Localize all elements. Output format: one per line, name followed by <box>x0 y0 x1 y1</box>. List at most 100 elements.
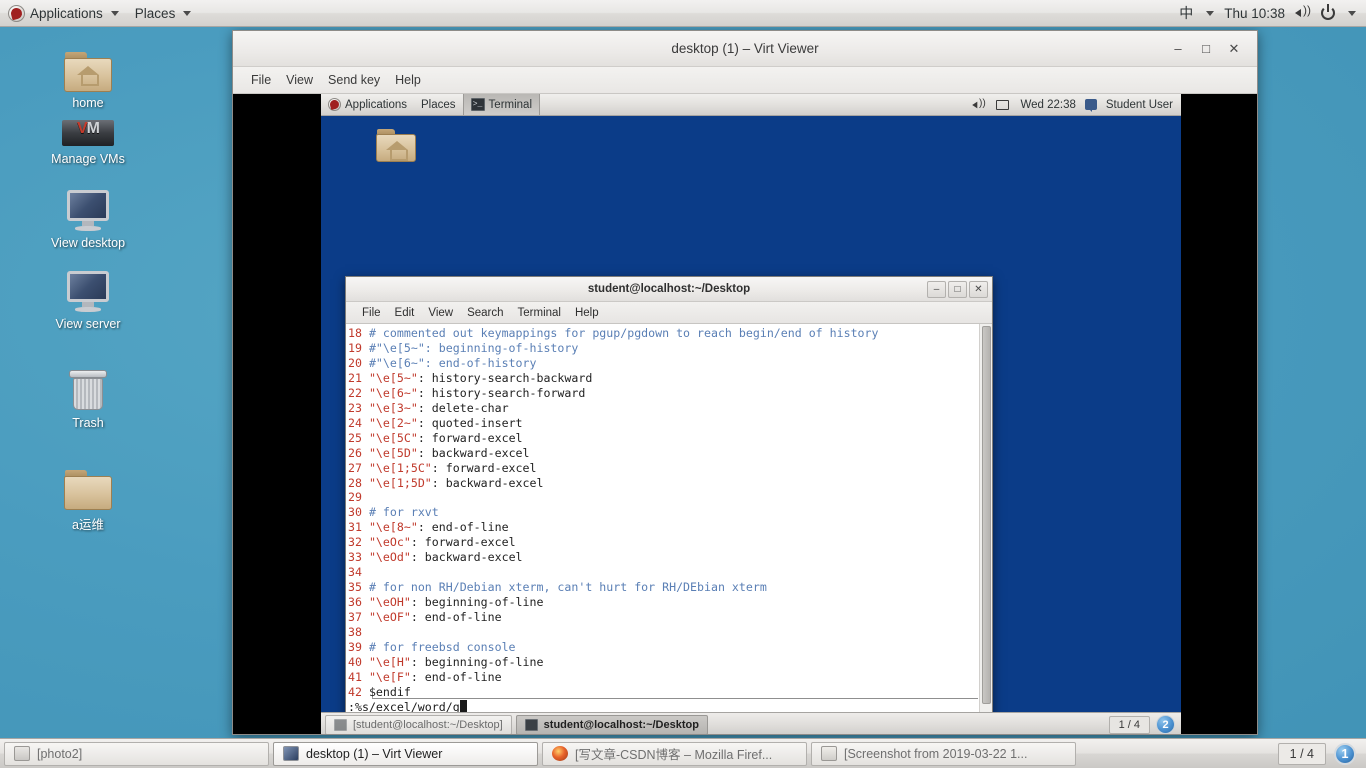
host-task-virt-viewer[interactable]: desktop (1) – Virt Viewer <box>273 742 538 766</box>
terminal-minimize-button[interactable]: – <box>927 281 946 298</box>
terminal-body[interactable]: 18 # commented out keymappings for pgup/… <box>346 324 992 716</box>
vim-line: 41 "\e[F": end-of-line <box>348 670 979 685</box>
guest-viewport[interactable]: Applications Places >_ Terminal Wed 22:3… <box>233 94 1257 734</box>
host-task-photo2[interactable]: [photo2] <box>4 742 269 766</box>
terminal-icon <box>334 719 347 731</box>
menu-help[interactable]: Help <box>389 70 427 90</box>
host-top-panel: Applications Places 中 Thu 10:38 <box>0 0 1366 27</box>
terminal-menu-file[interactable]: File <box>356 305 387 321</box>
vim-line-number: 23 <box>348 401 369 415</box>
power-icon[interactable] <box>1321 6 1335 20</box>
desktop-icon-manage-vms[interactable]: VM Manage VMs <box>33 120 143 166</box>
virt-viewer-titlebar[interactable]: desktop (1) – Virt Viewer – □ ✕ <box>233 31 1257 67</box>
vim-line-text: #"\e[5~": beginning-of-history <box>369 341 578 355</box>
guest-user-label[interactable]: Student User <box>1106 99 1173 111</box>
vim-line-text: # for freebsd console <box>369 640 516 654</box>
vim-line: 38 <box>348 625 979 640</box>
terminal-icon: >_ <box>471 98 485 111</box>
chevron-down-icon[interactable] <box>1348 11 1356 16</box>
desktop-icon-home[interactable]: home <box>33 52 143 110</box>
vim-line-number: 30 <box>348 505 369 519</box>
guest-panel-status-area: Wed 22:38 Student User <box>971 98 1181 112</box>
minimize-button[interactable]: – <box>1171 42 1185 56</box>
guest-active-window-terminal[interactable]: >_ Terminal <box>463 94 540 115</box>
clock[interactable]: Thu 10:38 <box>1224 6 1285 21</box>
desktop-icon-trash[interactable]: Trash <box>33 368 143 430</box>
vim-line-number: 41 <box>348 670 369 684</box>
host-workspace-count[interactable]: 1 / 4 <box>1278 743 1326 765</box>
vim-line: 20 #"\e[6~": end-of-history <box>348 356 979 371</box>
host-task-screenshot[interactable]: [Screenshot from 2019-03-22 1... <box>811 742 1076 766</box>
terminal-menu-search[interactable]: Search <box>461 305 509 321</box>
chevron-down-icon <box>183 11 191 16</box>
desktop-icon-view-desktop[interactable]: View desktop <box>33 190 143 250</box>
volume-icon[interactable] <box>973 99 987 111</box>
guest-places-menu[interactable]: Places <box>414 94 463 115</box>
vim-line-number: 25 <box>348 431 369 445</box>
virt-viewer-window[interactable]: desktop (1) – Virt Viewer – □ ✕ File Vie… <box>232 30 1258 735</box>
terminal-titlebar[interactable]: student@localhost:~/Desktop – □ ✕ <box>346 277 992 302</box>
desktop-icon-label: Trash <box>33 416 143 430</box>
host-workspace-badge[interactable]: 1 <box>1334 743 1356 765</box>
chevron-down-icon <box>111 11 119 16</box>
chevron-down-icon[interactable] <box>1206 11 1214 16</box>
vim-line-number: 31 <box>348 520 369 534</box>
maximize-button[interactable]: □ <box>1199 42 1213 56</box>
fedora-logo-icon <box>8 5 25 22</box>
volume-icon[interactable] <box>1295 6 1311 20</box>
vim-line-number: 34 <box>348 565 369 579</box>
guest-workspace-badge[interactable]: 2 <box>1156 715 1175 734</box>
guest-screen[interactable]: Applications Places >_ Terminal Wed 22:3… <box>321 94 1181 734</box>
vim-editor-buffer[interactable]: 18 # commented out keymappings for pgup/… <box>346 324 979 716</box>
folder-home-icon <box>64 52 112 92</box>
terminal-menu-edit[interactable]: Edit <box>389 305 421 321</box>
places-menu[interactable]: Places <box>127 0 200 26</box>
terminal-menu-terminal[interactable]: Terminal <box>512 305 567 321</box>
vim-line-text: # commented out keymappings for pgup/pgd… <box>369 326 879 340</box>
menu-send-key[interactable]: Send key <box>322 70 386 90</box>
host-task-firefox[interactable]: [写文章-CSDN博客 – Mozilla Firef... <box>542 742 807 766</box>
terminal-menu-help[interactable]: Help <box>569 305 605 321</box>
menu-file[interactable]: File <box>245 70 277 90</box>
last-line-rule <box>372 698 978 699</box>
guest-task-button[interactable]: [student@localhost:~/Desktop] <box>325 715 512 735</box>
guest-task-button-active[interactable]: student@localhost:~/Desktop <box>516 715 708 735</box>
terminal-menu-view[interactable]: View <box>422 305 459 321</box>
input-method-indicator[interactable]: 中 <box>1179 3 1193 23</box>
host-task-label: [Screenshot from 2019-03-22 1... <box>844 747 1027 761</box>
vim-line-number: 36 <box>348 595 369 609</box>
close-button[interactable]: ✕ <box>1227 42 1241 56</box>
desktop-icon-a-yunwei[interactable]: a运维 <box>33 470 143 533</box>
vim-line-text: #"\e[6~": end-of-history <box>369 356 537 370</box>
vim-line-text: "\eOc": forward-excel <box>369 535 516 549</box>
host-workspace-switcher: 1 / 4 1 <box>1278 743 1362 765</box>
vim-line: 36 "\eOH": beginning-of-line <box>348 595 979 610</box>
vim-line-text: # for non RH/Debian xterm, can't hurt fo… <box>369 580 767 594</box>
vim-line-text: "\e[6~": history-search-forward <box>369 386 585 400</box>
terminal-close-button[interactable]: ✕ <box>969 281 988 298</box>
virt-manager-icon: VM <box>62 120 114 146</box>
vim-line-text: "\eOF": end-of-line <box>369 610 502 624</box>
vim-line-text: "\e[F": end-of-line <box>369 670 502 684</box>
terminal-window[interactable]: student@localhost:~/Desktop – □ ✕ File E… <box>345 276 993 717</box>
vim-line: 18 # commented out keymappings for pgup/… <box>348 326 979 341</box>
vim-line-text: "\e[3~": delete-char <box>369 401 509 415</box>
guest-workspace-count[interactable]: 1 / 4 <box>1109 716 1150 734</box>
vim-line-number: 35 <box>348 580 369 594</box>
guest-clock[interactable]: Wed 22:38 <box>1020 99 1075 111</box>
network-icon[interactable] <box>996 99 1011 111</box>
desktop-icon-view-server[interactable]: View server <box>33 271 143 331</box>
terminal-window-controls: – □ ✕ <box>927 281 992 298</box>
vim-line: 23 "\e[3~": delete-char <box>348 401 979 416</box>
menu-view[interactable]: View <box>280 70 319 90</box>
trash-icon <box>68 368 108 412</box>
guest-applications-menu[interactable]: Applications <box>321 94 414 115</box>
guest-desktop-icon-home[interactable] <box>373 129 419 168</box>
vim-line-number: 20 <box>348 356 369 370</box>
applications-menu[interactable]: Applications <box>0 0 127 26</box>
virt-viewer-title: desktop (1) – Virt Viewer <box>233 41 1257 56</box>
desktop-icon-label: a运维 <box>72 518 104 532</box>
scrollbar-thumb[interactable] <box>982 326 991 704</box>
terminal-maximize-button[interactable]: □ <box>948 281 967 298</box>
terminal-scrollbar[interactable] <box>979 324 992 716</box>
